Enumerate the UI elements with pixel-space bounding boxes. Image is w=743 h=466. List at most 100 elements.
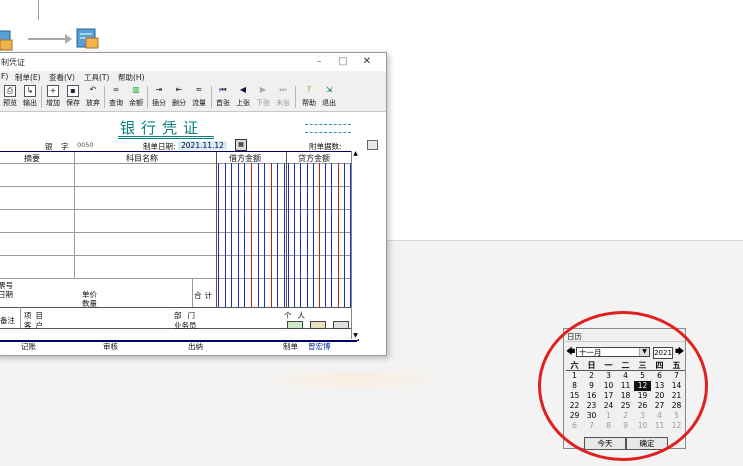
toolbar: ⎙ 预览 ↳ 输出 + 增加 ▪ 保存 ↶ 放弃 ∞ 查询 ▥ 余额 ⇥ 插分 ⇤ 删分 ≈ 流量 … [0,83,386,112]
amount-digit-line [237,163,239,307]
maximize-icon[interactable]: □ [335,56,351,68]
amount-digit-line [312,163,314,307]
attachment-icon[interactable] [367,140,378,150]
add-icon: + [47,85,59,97]
amount-digit-line [325,163,327,307]
undo-icon: ↶ [89,85,97,94]
query-detail-button[interactable] [310,321,326,329]
menu-help[interactable]: 帮助(H) [118,72,145,83]
audit-label: 审核 [103,342,118,351]
edit-detail-button[interactable] [333,321,349,329]
flow-arrow [28,34,72,44]
toolbar-separator [211,86,212,108]
light-glare [274,370,434,390]
binoculars-icon: ∞ [112,85,120,94]
header-account: 科目名称 [126,154,158,163]
delete-entry-button[interactable]: ⇤ 删分 [170,84,188,110]
toolbar-separator [295,86,296,108]
minimize-icon[interactable]: – [311,56,327,68]
amount-digit-line [224,163,226,307]
amount-digit-line [294,163,296,307]
delete-entry-icon: ⇤ [175,85,183,94]
amount-digit-line [331,163,333,307]
amount-digit-line [218,163,219,307]
summary-cell[interactable] [0,164,74,186]
amount-digit-line [337,163,339,307]
amount-digit-line [251,163,252,307]
voucher-window: 制凭证 – □ ✕ F) 制单(E) 查看(V) 工具(T) 帮助(H) ⎙ 预览… [0,52,387,356]
title-underline [118,136,214,137]
menu-bar: F) 制单(E) 查看(V) 工具(T) 帮助(H) [0,71,386,83]
amount-digit-line [244,163,246,307]
toolbar-separator [41,86,42,108]
date-field[interactable]: 2021.11.12 [178,141,227,150]
next-icon: ▶ [259,85,267,94]
flow-connector [38,0,39,20]
remark-label: 备注 [0,316,15,325]
dotted-rule [305,124,351,125]
balance-button[interactable]: ▥ 余额 [127,84,145,110]
voucher-node-icon[interactable] [75,26,99,50]
vertical-scrollbar[interactable]: ▲ ▼ [351,151,359,339]
title-underline [118,138,214,139]
calendar-button[interactable]: ▦ [235,139,247,151]
title-bar[interactable]: 制凭证 – □ ✕ [0,53,386,71]
amount-digit-line [300,163,302,307]
menu-make[interactable]: 制单(E) [15,72,41,83]
annotation-circle [538,311,708,461]
scroll-down-icon[interactable]: ▼ [352,333,359,339]
cashflow-icon: ≈ [195,85,203,94]
voucher-number[interactable]: 0050 [77,141,94,149]
exit-icon: ⇲ [325,85,333,94]
save-button[interactable]: ▪ 保存 [64,84,82,110]
next-button[interactable]: ▶ 下张 [254,84,272,110]
query-button[interactable]: ∞ 查询 [107,84,125,110]
header-summary: 摘要 [24,154,40,163]
menu-tools[interactable]: 工具(T) [84,72,109,83]
amount-digit-line [343,163,345,307]
save-icon: ▪ [67,85,79,97]
export-button[interactable]: ↳ 输出 [21,84,39,110]
maker-name: 曾宏博 [308,342,331,351]
amount-digit-line [284,163,285,307]
prev-icon: ◀ [239,85,247,94]
insert-entry-button[interactable]: ⇥ 插分 [150,84,168,110]
dotted-rule [305,132,351,133]
last-button[interactable]: ⏭ 末张 [274,84,292,110]
posted-label: 记账 [21,342,36,351]
voucher-document: 银行凭证 银 字 0050 制单日期: 2021.11.12 ▦ 附单据数: 摘… [0,112,386,355]
menu-file[interactable]: F) [1,72,8,81]
close-icon[interactable]: ✕ [359,56,375,68]
balance-chart-icon: ▥ [132,85,140,94]
toolbar-separator [147,86,148,108]
exit-button[interactable]: ⇲ 退出 [320,84,338,110]
first-icon: ⏮ [219,85,227,94]
menu-view[interactable]: 查看(V) [49,72,75,83]
account-cell[interactable] [75,164,215,186]
preview-button[interactable]: ⎙ 预览 [1,84,19,110]
amount-digit-line [288,163,289,307]
total-label: 合计 [194,291,215,300]
amount-digit-line [270,163,272,307]
amount-digit-line [257,163,259,307]
detail-button[interactable] [287,321,303,329]
salesperson-label: 业务员 [174,321,197,330]
prev-button[interactable]: ◀ 上张 [234,84,252,110]
amount-digit-line [231,163,233,307]
last-icon: ⏭ [279,85,287,94]
scroll-up-icon[interactable]: ▲ [352,151,359,157]
discard-button[interactable]: ↶ 放弃 [84,84,102,110]
amount-digit-line [306,163,308,307]
voucher-title: 银行凭证 [120,119,205,137]
first-button[interactable]: ⏮ 首张 [214,84,232,110]
window-title: 制凭证 [1,58,25,67]
cashflow-button[interactable]: ≈ 流量 [190,84,208,110]
export-icon: ↳ [24,85,36,97]
preview-icon: ⎙ [4,85,16,97]
amount-digit-line [319,163,320,307]
add-button[interactable]: + 增加 [44,84,62,110]
customer-label: 客户 [24,321,47,330]
help-button[interactable]: ? 帮助 [300,84,318,110]
flow-node-icon[interactable] [0,28,14,52]
amount-digit-line [264,163,266,307]
